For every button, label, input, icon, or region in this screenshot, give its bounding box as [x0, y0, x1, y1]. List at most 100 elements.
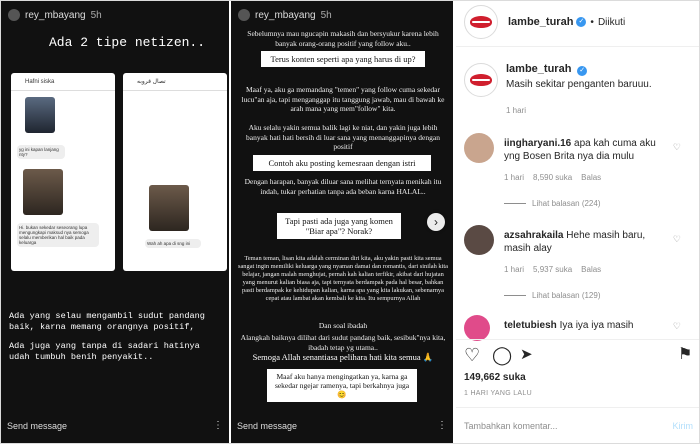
story-username: rey_mbayang	[255, 9, 316, 21]
chat-contact-name: تصال قروبه	[137, 79, 166, 85]
chat-photo	[25, 97, 55, 133]
avatar[interactable]	[464, 5, 498, 39]
verified-icon: ✓	[577, 66, 588, 76]
chat-header: تصال قروبه	[123, 73, 227, 91]
comment-username[interactable]: azsahrakaila	[504, 230, 564, 241]
story-highlight: Tapi pasti ada juga yang komen "Biar apa…	[277, 213, 401, 239]
reply-button[interactable]: Balas	[581, 265, 601, 274]
divider	[456, 407, 699, 408]
heart-icon[interactable]: ♡	[673, 321, 681, 332]
lips-logo-icon	[470, 74, 492, 86]
chat-photo	[149, 185, 189, 231]
comment-username[interactable]: teletubiesh	[504, 320, 557, 331]
post-username[interactable]: lambe_turah	[508, 16, 573, 28]
story-header: rey_mbayang 5h	[8, 9, 102, 21]
chat-bubble: Hi. bukan sekedar seseorang lupa mengung…	[17, 223, 99, 247]
story-paragraph: Sebelumnya mau ngucapin makasih dan bers…	[247, 29, 439, 48]
verified-icon: ✓	[576, 17, 587, 27]
story-highlight: Maaf aku hanya mengingatkan ya, karna ga…	[267, 369, 417, 402]
send-message-label: Send message	[7, 421, 68, 431]
story-age: 5h	[320, 9, 332, 21]
reply-button[interactable]: Balas	[581, 173, 601, 182]
chat-header: Hafni siska	[11, 73, 115, 91]
avatar[interactable]	[464, 315, 490, 341]
lips-logo-icon	[470, 16, 492, 28]
chat-bubble: Wah ah apa di sng ini	[145, 239, 201, 248]
story-text: Ada juga yang tanpa di sadari hatinya ud…	[9, 341, 200, 362]
comment-input[interactable]: Tambahkan komentar...	[464, 421, 558, 431]
caption: lambe_turah ✓ Masih sekitar penganten ba…	[464, 63, 652, 115]
story-text: Ada yang selau mengambil sudut pandang b…	[9, 311, 205, 332]
post-comment-button[interactable]: Kirim	[673, 421, 694, 431]
story-paragraph: Aku selalu yakin semua balik lagi ke nia…	[246, 123, 440, 151]
story-paragraph: Dan soal ibadah	[318, 321, 368, 330]
avatar[interactable]	[464, 225, 494, 255]
caption-username[interactable]: lambe_turah	[506, 63, 571, 75]
divider	[504, 203, 526, 204]
avatar	[8, 9, 20, 21]
chat-photo	[23, 169, 63, 215]
send-message-bar[interactable]: Send message ⋮	[7, 415, 223, 437]
comment	[464, 133, 494, 163]
story-paragraph: Alangkah baiknya dilihat dari sudut pand…	[240, 333, 446, 352]
bookmark-icon[interactable]: ⚑	[678, 345, 692, 365]
story-header: rey_mbayang 5h	[238, 9, 332, 21]
story-paragraph: Maaf ya, aku ga memandang "temen" yang f…	[241, 85, 445, 113]
instagram-post-view: rey_mbayang 5h Ada 2 tipe netizen.. Hafn…	[0, 0, 700, 444]
comment-text-wrap: iingharyani.16 apa kah cuma aku yng Bose…	[504, 137, 672, 163]
share-icon[interactable]: ➤	[520, 345, 533, 365]
post-date: 1 HARI YANG LALU	[464, 390, 532, 397]
avatar	[238, 9, 250, 21]
post-header: lambe_turah ✓ • Diikuti	[464, 5, 625, 39]
post-actions: ♡ ◯ ➤ ⚑	[464, 345, 696, 367]
comment-icon[interactable]: ◯	[492, 345, 512, 365]
comment-likes[interactable]: 8,590 suka	[533, 173, 572, 182]
story-title: Ada 2 tipe netizen..	[49, 35, 206, 50]
comment	[464, 315, 490, 341]
more-icon[interactable]: ⋮	[437, 421, 447, 431]
comment-age: 1 hari	[504, 173, 525, 182]
story-screenshot-2: rey_mbayang 5h Sebelumnya mau ngucapin m…	[231, 1, 453, 443]
chat-contact-name: Hafni siska	[25, 78, 55, 85]
likes-count[interactable]: 149,662 suka	[464, 372, 526, 383]
story-paragraph: Dengan harapan, banyak diluar sana melih…	[244, 177, 442, 196]
chat-bubble: yg ini kapan lanjang nty?	[17, 145, 65, 159]
comment-age: 1 hari	[504, 265, 525, 274]
story-age: 5h	[90, 9, 102, 21]
chat-screenshot-a: Hafni siska yg ini kapan lanjang nty? Hi…	[11, 73, 115, 271]
caption-text: Masih sekitar penganten baruuu.	[506, 79, 652, 90]
heart-icon[interactable]: ♡	[464, 345, 480, 365]
story-username: rey_mbayang	[25, 9, 86, 21]
send-message-bar[interactable]: Send message ⋮	[237, 415, 447, 437]
follow-status-button[interactable]: Diikuti	[598, 17, 625, 28]
comment-text: Iya iya iya masih	[559, 320, 634, 331]
divider	[456, 46, 699, 47]
comment-meta: 1 hari 8,590 suka Balas	[504, 173, 601, 182]
story-highlight-text: Semoga Allah senantiasa pelihara hati ki…	[252, 352, 434, 362]
view-replies-label: Lihat balasan (224)	[532, 199, 601, 208]
heart-icon[interactable]: ♡	[673, 234, 681, 245]
comment-text-wrap: teletubiesh Iya iya iya masih	[504, 319, 672, 332]
comment-meta: 1 hari 5,937 suka Balas	[504, 265, 601, 274]
divider	[456, 339, 699, 340]
view-replies-label: Lihat balasan (129)	[532, 291, 601, 300]
avatar[interactable]	[464, 133, 494, 163]
divider	[504, 295, 526, 296]
story-paragraph: Teman teman, lisan kita adalah cerminan …	[237, 255, 448, 302]
comment-likes[interactable]: 5,937 suka	[533, 265, 572, 274]
caption-age: 1 hari	[506, 106, 527, 115]
comment	[464, 225, 494, 255]
story-highlight: Terus konten seperti apa yang harus di u…	[261, 51, 425, 67]
chat-screenshot-b: تصال قروبه Wah ah apa di sng ini	[123, 73, 227, 271]
comment-username[interactable]: iingharyani.16	[504, 138, 571, 149]
comment-text-wrap: azsahrakaila Hehe masih baru, masih alay	[504, 229, 672, 255]
view-replies[interactable]: Lihat balasan (129)	[504, 291, 601, 300]
heart-icon[interactable]: ♡	[673, 142, 681, 153]
more-icon[interactable]: ⋮	[213, 421, 223, 431]
story-screenshot-1: rey_mbayang 5h Ada 2 tipe netizen.. Hafn…	[1, 1, 229, 443]
chevron-right-icon[interactable]: ›	[427, 213, 445, 231]
post-media: rey_mbayang 5h Ada 2 tipe netizen.. Hafn…	[1, 1, 455, 443]
view-replies[interactable]: Lihat balasan (224)	[504, 199, 601, 208]
post-side-panel: lambe_turah ✓ • Diikuti lambe_turah ✓ Ma…	[456, 1, 699, 443]
avatar[interactable]	[464, 63, 498, 97]
